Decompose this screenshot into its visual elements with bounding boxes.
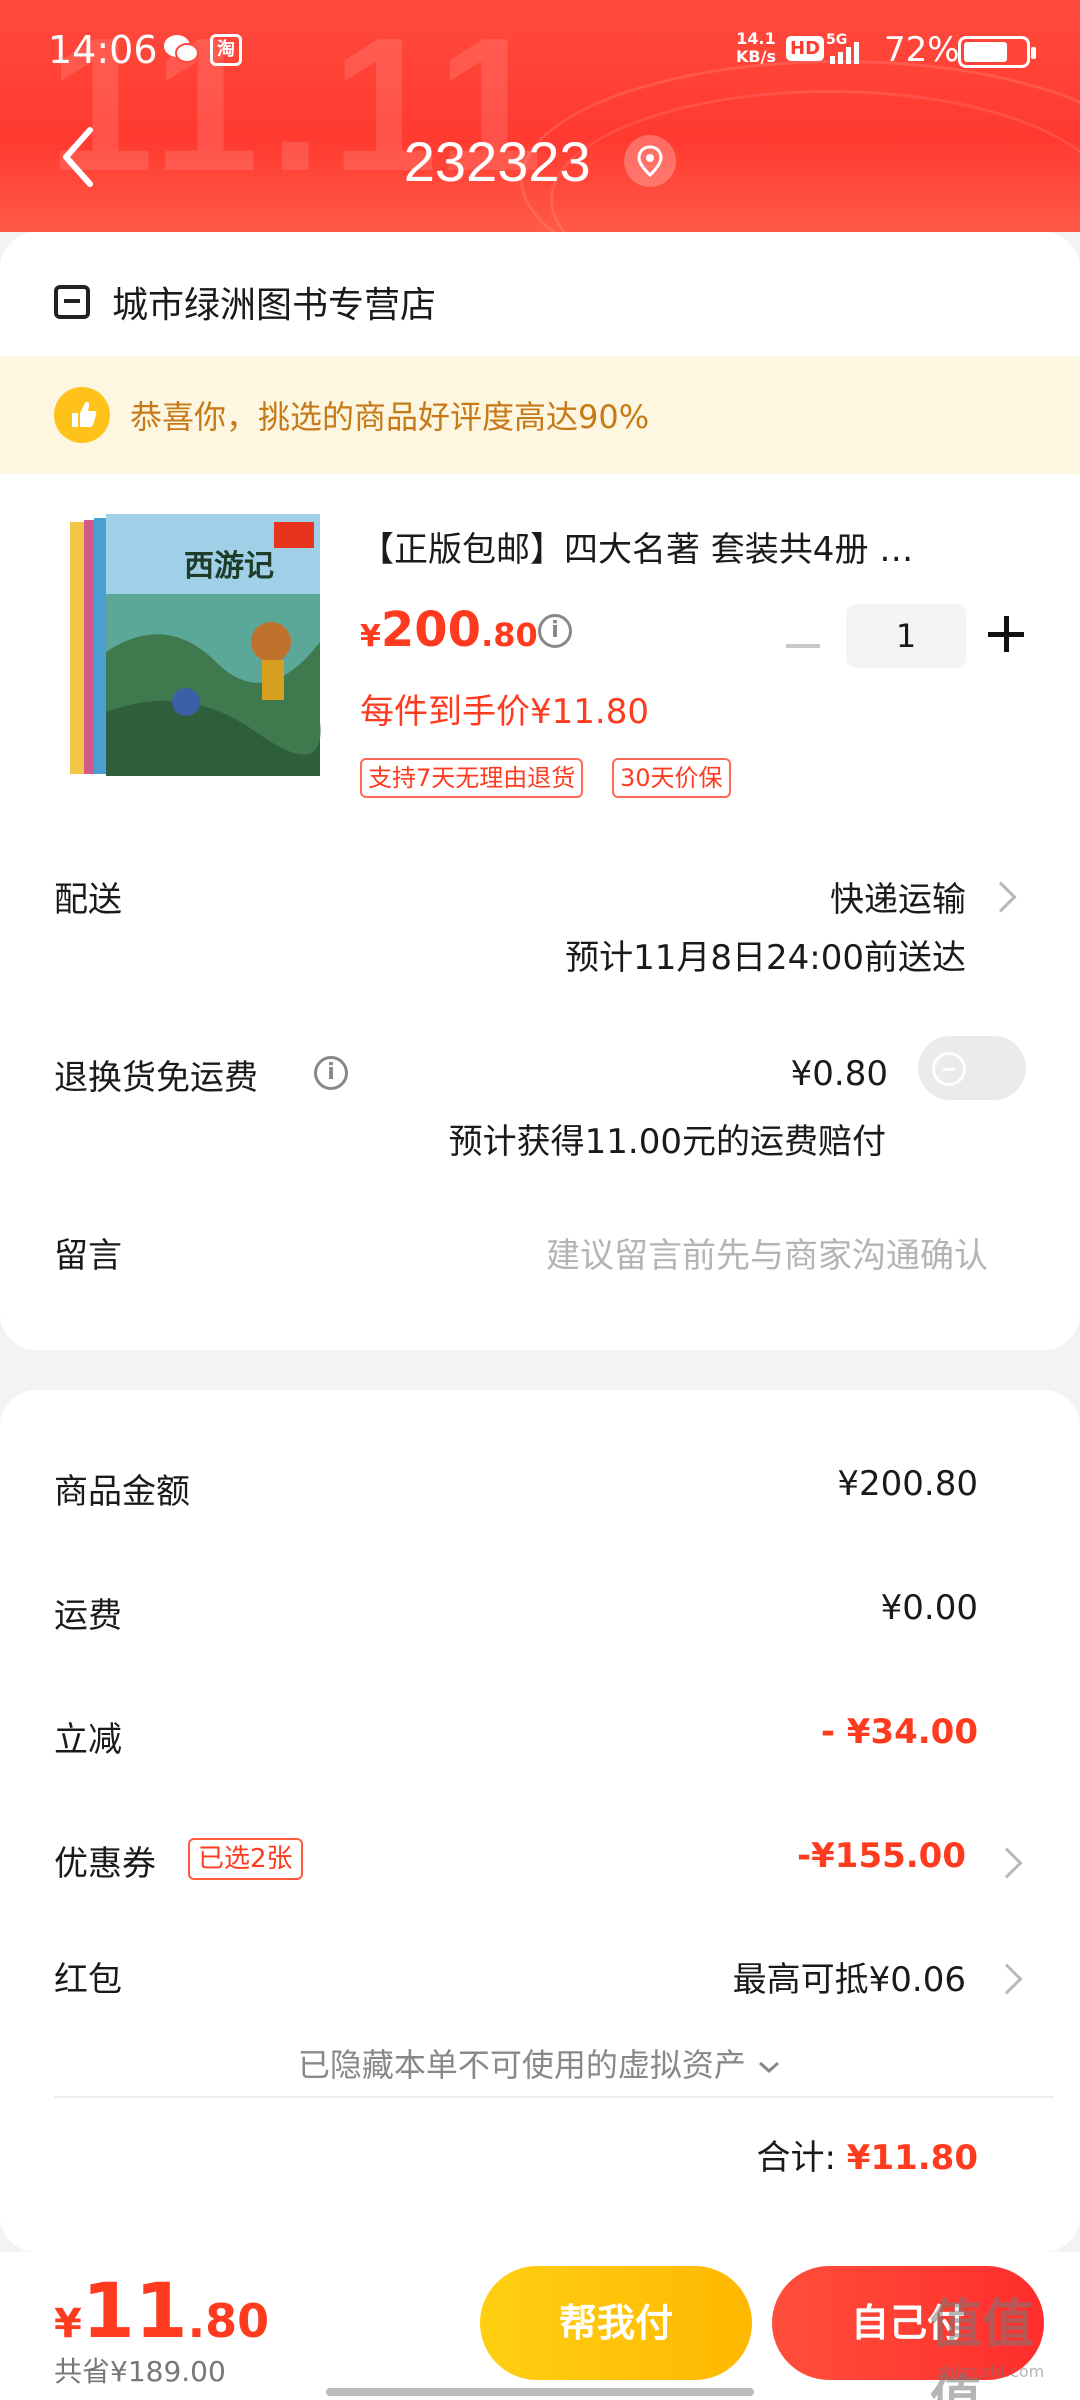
hidden-assets-toggle[interactable]: 已隐藏本单不可使用的虚拟资产	[0, 2040, 1080, 2086]
return-shipping-label: 退换货免运费	[54, 1058, 258, 1098]
return-shipping-toggle[interactable]	[918, 1036, 1026, 1100]
battery-percent: 72%	[884, 30, 960, 70]
address-text: 232323	[403, 129, 591, 193]
coupon-value[interactable]: -¥155.00	[797, 1836, 966, 1876]
network-speed: 14.1 KB/s	[736, 30, 776, 66]
status-time: 14:06	[48, 28, 158, 72]
toggle-knob	[932, 1052, 966, 1086]
price-protection-tag: 30天价保	[612, 758, 731, 798]
hidden-assets-text: 已隐藏本单不可使用的虚拟资产	[297, 2046, 746, 2084]
shop-name: 城市绿洲图书专营店	[112, 285, 437, 326]
return-shipping-info-icon[interactable]: i	[314, 1056, 348, 1090]
taobao-icon: 淘	[210, 34, 242, 66]
instant-discount-label: 立减	[54, 1720, 122, 1760]
order-card: 城市绿洲图书专营店 恭喜你，挑选的商品好评度高达90% 西游记 【正版包邮】四大…	[0, 232, 1080, 1350]
payable-price: ¥11.80	[54, 2266, 269, 2355]
quantity-decrease-button[interactable]	[786, 644, 820, 648]
price-currency: ¥	[360, 619, 381, 654]
goods-amount-value: ¥200.80	[837, 1464, 978, 1504]
shop-icon	[54, 285, 90, 319]
return-policy-tag: 支持7天无理由退货	[360, 758, 584, 798]
book-cover-title: 西游记	[184, 549, 274, 584]
total-value: ¥11.80	[846, 2138, 978, 2178]
return-shipping-price: ¥0.80	[790, 1054, 888, 1094]
battery-icon	[958, 36, 1036, 68]
red-packet-label: 红包	[54, 1960, 122, 2000]
praise-banner: 恭喜你，挑选的商品好评度高达90%	[0, 356, 1080, 474]
signal-label: 5G	[826, 32, 847, 48]
quantity-input[interactable]: 1	[846, 604, 966, 668]
thumbs-up-icon	[54, 387, 110, 443]
help-me-pay-button[interactable]: 帮我付	[480, 2266, 752, 2380]
chevron-right-icon[interactable]	[991, 1963, 1023, 1995]
goods-amount-label: 商品金额	[54, 1472, 190, 1512]
address-title[interactable]: 232323	[0, 124, 1080, 194]
product-title[interactable]: 【正版包邮】四大名著 套装共4册 …	[360, 522, 1020, 571]
shipping-fee-value: ¥0.00	[880, 1588, 978, 1628]
return-shipping-note: 预计获得11.00元的运费赔付	[448, 1122, 886, 1162]
signal-icon: 5G	[826, 32, 859, 64]
status-bar: 14:06 淘 14.1 KB/s HD 5G 72%	[0, 0, 1080, 96]
divider	[54, 2096, 1054, 2098]
coupon-badge: 已选2张	[188, 1838, 303, 1880]
shop-row[interactable]: 城市绿洲图书专营店	[54, 272, 436, 332]
message-input[interactable]: 建议留言前先与商家沟通确认	[546, 1228, 988, 1277]
network-speed-unit: KB/s	[736, 47, 776, 66]
delivery-label: 配送	[54, 880, 122, 920]
price-decimal: .80	[481, 616, 538, 654]
payable-currency: ¥	[54, 2301, 82, 2347]
total-label: 合计:	[756, 2138, 836, 2178]
per-item-price: 每件到手价¥11.80	[360, 692, 649, 732]
message-label: 留言	[54, 1236, 122, 1276]
quantity-increase-button[interactable]	[988, 614, 1028, 654]
product-image[interactable]: 西游记	[66, 512, 322, 782]
chevron-right-icon[interactable]	[985, 881, 1017, 913]
chevron-down-icon	[759, 2061, 780, 2074]
instant-discount-value: - ¥34.00	[820, 1712, 978, 1752]
delivery-eta: 预计11月8日24:00前送达	[565, 938, 966, 978]
total-row: 合计: ¥11.80	[757, 2130, 978, 2179]
price-info-icon[interactable]: i	[538, 614, 572, 648]
delivery-method[interactable]: 快递运输	[830, 872, 966, 921]
chevron-right-icon[interactable]	[991, 1847, 1023, 1879]
red-packet-value[interactable]: 最高可抵¥0.06	[733, 1952, 966, 2001]
product-price: ¥200.80	[360, 602, 538, 658]
summary-card: 商品金额 ¥200.80 运费 ¥0.00 立减 - ¥34.00 优惠券 已选…	[0, 1390, 1080, 2252]
praise-text: 恭喜你，挑选的商品好评度高达90%	[130, 398, 650, 436]
total-saved: 共省¥189.00	[54, 2355, 226, 2388]
payable-integer: 11	[81, 2266, 188, 2355]
home-indicator[interactable]	[326, 2388, 754, 2396]
coupon-label: 优惠券	[54, 1844, 156, 1884]
price-integer: 200	[380, 602, 482, 658]
watermark-url: zhizhizhi.com	[936, 2362, 1045, 2381]
battery-fill	[964, 42, 1008, 62]
shipping-fee-label: 运费	[54, 1596, 122, 1636]
hd-icon: HD	[786, 36, 825, 61]
network-speed-value: 14.1	[736, 29, 776, 48]
header: 11.11 14:06 淘 14.1 KB/s HD 5G 72% 232323	[0, 0, 1080, 232]
watermark: 值值值	[930, 2295, 1035, 2400]
payable-decimal: .80	[187, 2294, 270, 2348]
location-icon	[624, 135, 677, 188]
checkout-bar: ¥11.80 共省¥189.00 帮我付 自己付	[0, 2252, 1080, 2400]
wechat-icon	[164, 35, 199, 63]
